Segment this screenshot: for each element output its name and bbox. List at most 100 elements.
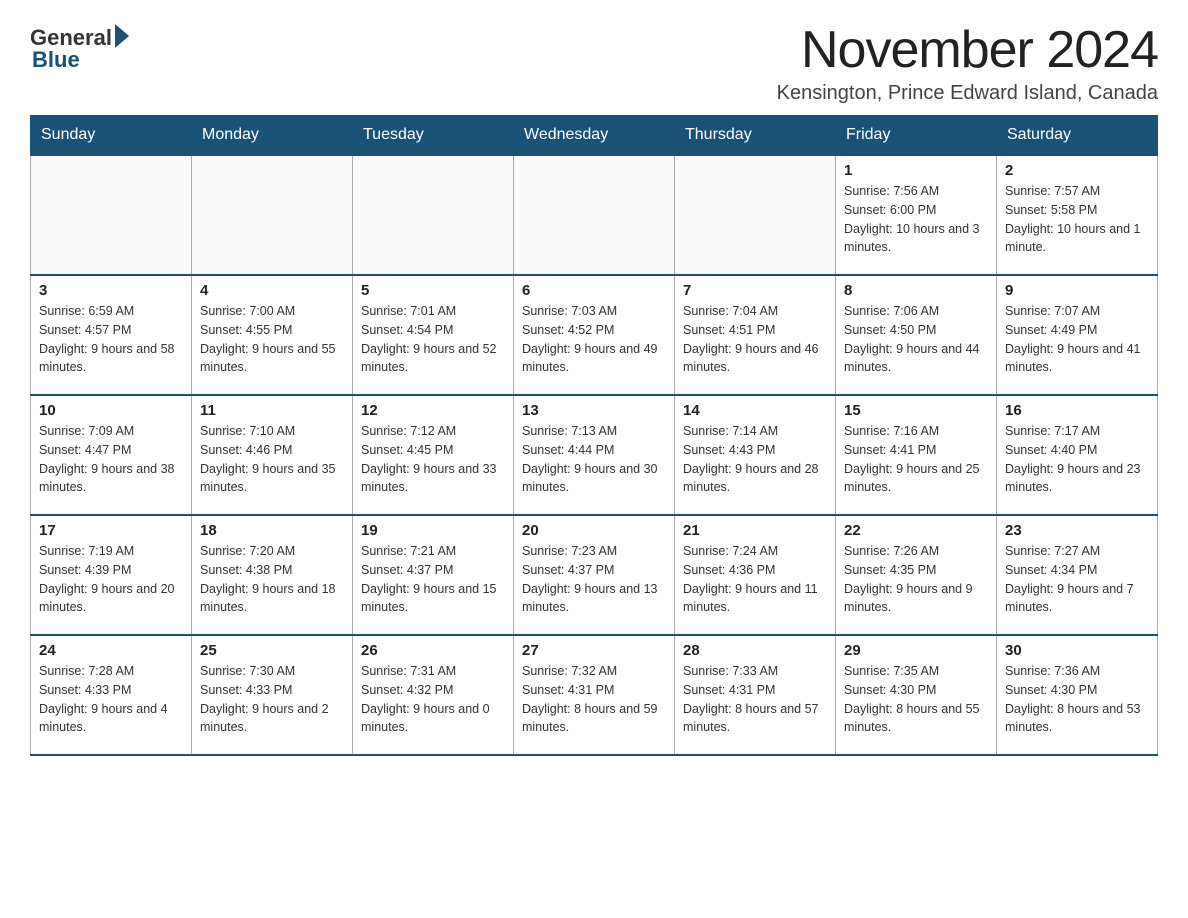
calendar-cell: 4Sunrise: 7:00 AM Sunset: 4:55 PM Daylig…	[192, 275, 353, 395]
calendar-header-row: SundayMondayTuesdayWednesdayThursdayFrid…	[31, 116, 1158, 156]
logo-arrow-icon	[115, 24, 129, 48]
calendar-cell: 2Sunrise: 7:57 AM Sunset: 5:58 PM Daylig…	[997, 155, 1158, 275]
day-number: 10	[39, 402, 183, 419]
calendar-cell	[514, 155, 675, 275]
day-sun-info: Sunrise: 7:30 AM Sunset: 4:33 PM Dayligh…	[200, 662, 344, 737]
calendar-cell: 20 Sunrise: 7:23 AM Sunset: 4:37 PM Dayli…	[514, 515, 675, 635]
day-sun-info: Sunrise: 7:06 AM Sunset: 4:50 PM Dayligh…	[844, 302, 988, 377]
day-sun-info: Sunrise: 7:20 AM Sunset: 4:38 PM Dayligh…	[200, 542, 344, 617]
day-number: 19	[361, 522, 505, 539]
day-sun-info: Sunrise: 7:03 AM Sunset: 4:52 PM Dayligh…	[522, 302, 666, 377]
calendar-cell: 11Sunrise: 7:10 AM Sunset: 4:46 PM Dayli…	[192, 395, 353, 515]
day-number: 5	[361, 282, 505, 299]
day-number: 24	[39, 642, 183, 659]
day-number: 21	[683, 522, 827, 539]
day-number: 15	[844, 402, 988, 419]
calendar-cell: 12 Sunrise: 7:12 AM Sunset: 4:45 PM Dayli…	[353, 395, 514, 515]
day-number: 2	[1005, 162, 1149, 179]
month-title: November 2024	[777, 20, 1158, 80]
calendar-cell	[31, 155, 192, 275]
calendar-cell: 25 Sunrise: 7:30 AM Sunset: 4:33 PM Dayli…	[192, 635, 353, 755]
day-number: 30	[1005, 642, 1149, 659]
calendar-cell: 10Sunrise: 7:09 AM Sunset: 4:47 PM Dayli…	[31, 395, 192, 515]
header: General Blue November 2024 Kensington, P…	[30, 20, 1158, 105]
calendar-cell: 21 Sunrise: 7:24 AM Sunset: 4:36 PM Dayli…	[675, 515, 836, 635]
day-number: 6	[522, 282, 666, 299]
day-number: 8	[844, 282, 988, 299]
day-sun-info: Sunrise: 6:59 AM Sunset: 4:57 PM Dayligh…	[39, 302, 183, 377]
day-sun-info: Sunrise: 7:19 AM Sunset: 4:39 PM Dayligh…	[39, 542, 183, 617]
day-number: 11	[200, 402, 344, 419]
calendar-week-row: 1 Sunrise: 7:56 AM Sunset: 6:00 PM Daylig…	[31, 155, 1158, 275]
title-area: November 2024 Kensington, Prince Edward …	[777, 20, 1158, 105]
weekday-header-monday: Monday	[192, 116, 353, 156]
calendar-cell: 19 Sunrise: 7:21 AM Sunset: 4:37 PM Dayli…	[353, 515, 514, 635]
calendar-cell: 16 Sunrise: 7:17 AM Sunset: 4:40 PM Dayli…	[997, 395, 1158, 515]
day-number: 28	[683, 642, 827, 659]
calendar-cell: 28 Sunrise: 7:33 AM Sunset: 4:31 PM Dayli…	[675, 635, 836, 755]
day-sun-info: Sunrise: 7:32 AM Sunset: 4:31 PM Dayligh…	[522, 662, 666, 737]
calendar-cell: 26 Sunrise: 7:31 AM Sunset: 4:32 PM Dayli…	[353, 635, 514, 755]
day-number: 14	[683, 402, 827, 419]
day-sun-info: Sunrise: 7:17 AM Sunset: 4:40 PM Dayligh…	[1005, 422, 1149, 497]
logo-blue-text: Blue	[32, 47, 80, 73]
location-subtitle: Kensington, Prince Edward Island, Canada	[777, 82, 1158, 105]
calendar-cell: 5 Sunrise: 7:01 AM Sunset: 4:54 PM Daylig…	[353, 275, 514, 395]
day-sun-info: Sunrise: 7:26 AM Sunset: 4:35 PM Dayligh…	[844, 542, 988, 617]
day-number: 7	[683, 282, 827, 299]
day-number: 1	[844, 162, 988, 179]
day-number: 25	[200, 642, 344, 659]
day-sun-info: Sunrise: 7:16 AM Sunset: 4:41 PM Dayligh…	[844, 422, 988, 497]
weekday-header-thursday: Thursday	[675, 116, 836, 156]
day-number: 20	[522, 522, 666, 539]
day-sun-info: Sunrise: 7:24 AM Sunset: 4:36 PM Dayligh…	[683, 542, 827, 617]
day-sun-info: Sunrise: 7:21 AM Sunset: 4:37 PM Dayligh…	[361, 542, 505, 617]
day-sun-info: Sunrise: 7:04 AM Sunset: 4:51 PM Dayligh…	[683, 302, 827, 377]
calendar-cell: 13 Sunrise: 7:13 AM Sunset: 4:44 PM Dayli…	[514, 395, 675, 515]
calendar-cell: 30 Sunrise: 7:36 AM Sunset: 4:30 PM Dayli…	[997, 635, 1158, 755]
calendar-cell	[675, 155, 836, 275]
day-number: 27	[522, 642, 666, 659]
weekday-header-wednesday: Wednesday	[514, 116, 675, 156]
calendar-cell	[192, 155, 353, 275]
day-number: 23	[1005, 522, 1149, 539]
weekday-header-saturday: Saturday	[997, 116, 1158, 156]
calendar-week-row: 10Sunrise: 7:09 AM Sunset: 4:47 PM Dayli…	[31, 395, 1158, 515]
day-sun-info: Sunrise: 7:12 AM Sunset: 4:45 PM Dayligh…	[361, 422, 505, 497]
calendar-cell: 14 Sunrise: 7:14 AM Sunset: 4:43 PM Dayli…	[675, 395, 836, 515]
day-sun-info: Sunrise: 7:36 AM Sunset: 4:30 PM Dayligh…	[1005, 662, 1149, 737]
day-number: 12	[361, 402, 505, 419]
day-sun-info: Sunrise: 7:01 AM Sunset: 4:54 PM Dayligh…	[361, 302, 505, 377]
day-number: 16	[1005, 402, 1149, 419]
day-number: 18	[200, 522, 344, 539]
calendar-cell: 15 Sunrise: 7:16 AM Sunset: 4:41 PM Dayli…	[836, 395, 997, 515]
day-number: 29	[844, 642, 988, 659]
day-sun-info: Sunrise: 7:31 AM Sunset: 4:32 PM Dayligh…	[361, 662, 505, 737]
day-sun-info: Sunrise: 7:00 AM Sunset: 4:55 PM Dayligh…	[200, 302, 344, 377]
day-number: 3	[39, 282, 183, 299]
day-number: 9	[1005, 282, 1149, 299]
day-sun-info: Sunrise: 7:27 AM Sunset: 4:34 PM Dayligh…	[1005, 542, 1149, 617]
calendar-cell: 8 Sunrise: 7:06 AM Sunset: 4:50 PM Daylig…	[836, 275, 997, 395]
weekday-header-sunday: Sunday	[31, 116, 192, 156]
calendar-cell: 18 Sunrise: 7:20 AM Sunset: 4:38 PM Dayli…	[192, 515, 353, 635]
day-sun-info: Sunrise: 7:13 AM Sunset: 4:44 PM Dayligh…	[522, 422, 666, 497]
calendar-cell: 3 Sunrise: 6:59 AM Sunset: 4:57 PM Daylig…	[31, 275, 192, 395]
day-sun-info: Sunrise: 7:33 AM Sunset: 4:31 PM Dayligh…	[683, 662, 827, 737]
calendar-week-row: 24Sunrise: 7:28 AM Sunset: 4:33 PM Dayli…	[31, 635, 1158, 755]
day-number: 13	[522, 402, 666, 419]
calendar-cell: 23 Sunrise: 7:27 AM Sunset: 4:34 PM Dayli…	[997, 515, 1158, 635]
calendar-cell: 22 Sunrise: 7:26 AM Sunset: 4:35 PM Dayli…	[836, 515, 997, 635]
day-sun-info: Sunrise: 7:14 AM Sunset: 4:43 PM Dayligh…	[683, 422, 827, 497]
calendar-cell: 29Sunrise: 7:35 AM Sunset: 4:30 PM Dayli…	[836, 635, 997, 755]
calendar-cell: 7 Sunrise: 7:04 AM Sunset: 4:51 PM Daylig…	[675, 275, 836, 395]
day-number: 22	[844, 522, 988, 539]
calendar-cell: 27 Sunrise: 7:32 AM Sunset: 4:31 PM Dayli…	[514, 635, 675, 755]
calendar-week-row: 17Sunrise: 7:19 AM Sunset: 4:39 PM Dayli…	[31, 515, 1158, 635]
day-sun-info: Sunrise: 7:56 AM Sunset: 6:00 PM Dayligh…	[844, 182, 988, 257]
day-sun-info: Sunrise: 7:23 AM Sunset: 4:37 PM Dayligh…	[522, 542, 666, 617]
calendar-cell: 9Sunrise: 7:07 AM Sunset: 4:49 PM Daylig…	[997, 275, 1158, 395]
calendar-table: SundayMondayTuesdayWednesdayThursdayFrid…	[30, 115, 1158, 756]
day-number: 26	[361, 642, 505, 659]
logo: General Blue	[30, 20, 129, 73]
